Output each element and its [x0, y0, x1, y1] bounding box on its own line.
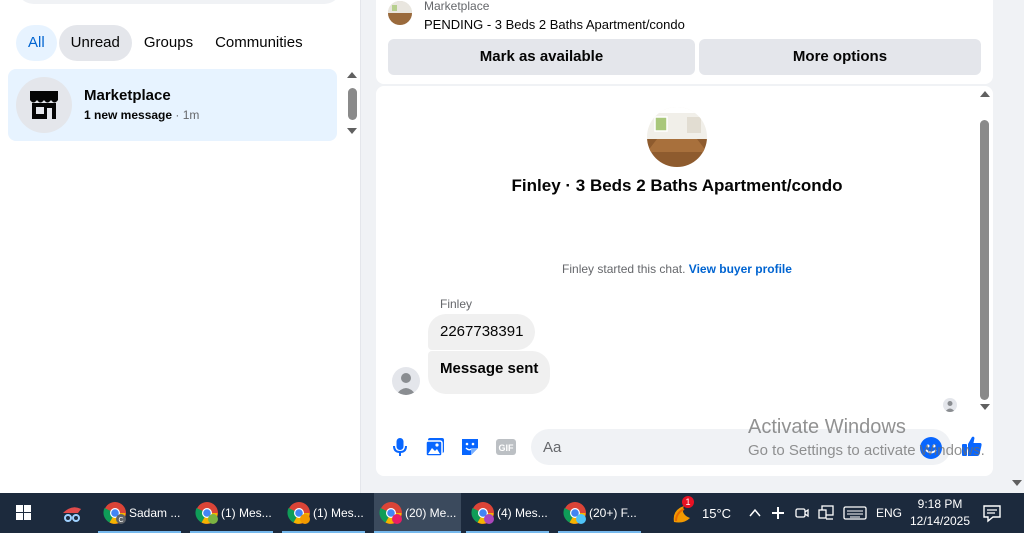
meet-now-icon[interactable]	[794, 505, 810, 521]
scroll-thumb[interactable]	[348, 88, 357, 120]
chat-started-notice: Finley started this chat. View buyer pro…	[376, 262, 978, 276]
taskbar-app-chrome-2[interactable]: (1) Mes...	[190, 493, 273, 533]
mark-available-button[interactable]: Mark as available	[388, 39, 695, 75]
filter-groups[interactable]: Groups	[134, 25, 203, 61]
scroll-down-arrow[interactable]	[980, 404, 990, 410]
clock-time: 9:18 PM	[917, 497, 963, 511]
chrome-icon	[379, 502, 402, 524]
listing-card: Marketplace PENDING - 3 Beds 2 Baths Apa…	[376, 0, 993, 84]
taskbar-app-snipping[interactable]	[52, 493, 92, 533]
message-bubble[interactable]: 2267738391	[428, 314, 536, 350]
chevron-up-icon[interactable]	[747, 505, 763, 521]
conversation-title: Marketplace	[84, 87, 171, 104]
temperature: 15°C	[702, 506, 732, 521]
weather-widget[interactable]: 1 15°C	[668, 493, 738, 533]
plus-icon[interactable]	[770, 505, 786, 521]
listing-photo[interactable]	[647, 107, 707, 167]
chrome-icon: C	[103, 502, 126, 524]
taskbar-app-chrome-1[interactable]: C Sadam ...	[98, 493, 181, 533]
thumbs-up-icon[interactable]	[960, 434, 984, 458]
network-icon[interactable]	[817, 504, 835, 522]
windows-taskbar: C Sadam ... (1) Mes... (1) Mes... (20) M…	[0, 493, 1024, 533]
taskbar-label: (20) Me...	[405, 506, 457, 520]
message-input[interactable]	[531, 429, 951, 465]
scroll-down-arrow[interactable]	[347, 128, 357, 134]
listing-status: PENDING - 3 Beds 2 Baths Apartment/condo	[424, 17, 685, 32]
chrome-icon	[471, 502, 494, 524]
seen-indicator-avatar	[943, 398, 957, 412]
more-options-button[interactable]: More options	[699, 39, 981, 75]
microphone-icon[interactable]	[388, 435, 412, 459]
keyboard-icon[interactable]	[843, 505, 867, 521]
chat-title: Finley · 3 Beds 2 Baths Apartment/condo	[511, 176, 843, 195]
taskbar-label: (1) Mes...	[313, 506, 364, 520]
chat-list-pane: All Unread Groups Communities Marketplac…	[0, 0, 360, 493]
conversation-time: · 1m	[172, 108, 200, 122]
chrome-icon	[563, 502, 586, 524]
sender-name: Finley	[440, 297, 473, 311]
search-bar[interactable]	[16, 0, 342, 4]
storefront-icon	[30, 91, 58, 119]
scroll-up-arrow[interactable]	[347, 72, 357, 78]
svg-text:GIF: GIF	[499, 443, 515, 453]
taskbar-label: (20+) F...	[589, 506, 637, 520]
taskbar-app-chrome-3[interactable]: (1) Mes...	[282, 493, 365, 533]
list-scrollbar[interactable]	[345, 72, 359, 136]
taskbar-label: (1) Mes...	[221, 506, 272, 520]
svg-text:C: C	[118, 517, 123, 524]
start-button[interactable]	[0, 493, 48, 533]
emoji-icon[interactable]	[920, 437, 942, 459]
conversation-preview: 1 new message · 1m	[84, 108, 199, 122]
photo-icon[interactable]	[423, 435, 447, 459]
system-clock[interactable]: 9:18 PM 12/14/2025	[905, 496, 975, 530]
snipping-tool-icon	[63, 507, 81, 522]
filter-all[interactable]: All	[16, 25, 57, 61]
filter-communities[interactable]: Communities	[205, 25, 313, 61]
notifications-icon[interactable]	[982, 503, 1002, 523]
sticker-icon[interactable]	[458, 435, 482, 459]
scroll-up-arrow[interactable]	[980, 91, 990, 97]
taskbar-label: (4) Mes...	[497, 506, 548, 520]
taskbar-app-chrome-6[interactable]: (20+) F...	[558, 493, 641, 533]
sender-avatar[interactable]	[392, 367, 420, 395]
chrome-icon	[195, 502, 218, 524]
taskbar-label: Sadam ...	[129, 506, 181, 520]
taskbar-app-chrome-5[interactable]: (4) Mes...	[466, 493, 549, 533]
chrome-icon	[287, 502, 310, 524]
taskbar-app-chrome-4[interactable]: (20) Me...	[374, 493, 461, 533]
avatar	[16, 77, 72, 133]
filter-tabs: All Unread Groups Communities	[16, 25, 313, 61]
weather-badge: 1	[682, 496, 694, 508]
listing-label: Marketplace	[424, 0, 490, 13]
chat-started-text: Finley started this chat.	[562, 262, 689, 276]
chat-scrollbar[interactable]	[979, 88, 991, 413]
clock-date: 12/14/2025	[909, 514, 971, 528]
conversation-marketplace[interactable]: Marketplace 1 new message · 1m	[8, 69, 337, 141]
view-buyer-profile-link[interactable]: View buyer profile	[689, 262, 792, 276]
chat-thread: Finley · 3 Beds 2 Baths Apartment/condo …	[376, 86, 993, 476]
input-language[interactable]: ENG	[876, 506, 902, 520]
listing-thumbnail[interactable]	[388, 1, 412, 25]
message-bubble[interactable]: Message sent	[428, 351, 551, 394]
filter-unread[interactable]: Unread	[58, 25, 132, 61]
gif-icon[interactable]: GIF	[494, 435, 518, 459]
windows-logo-icon	[16, 505, 31, 520]
message-composer: GIF	[376, 429, 993, 465]
new-message-count: 1 new message	[84, 108, 173, 122]
page-scroll-down-arrow[interactable]	[1012, 480, 1022, 486]
scroll-thumb[interactable]	[980, 120, 989, 400]
